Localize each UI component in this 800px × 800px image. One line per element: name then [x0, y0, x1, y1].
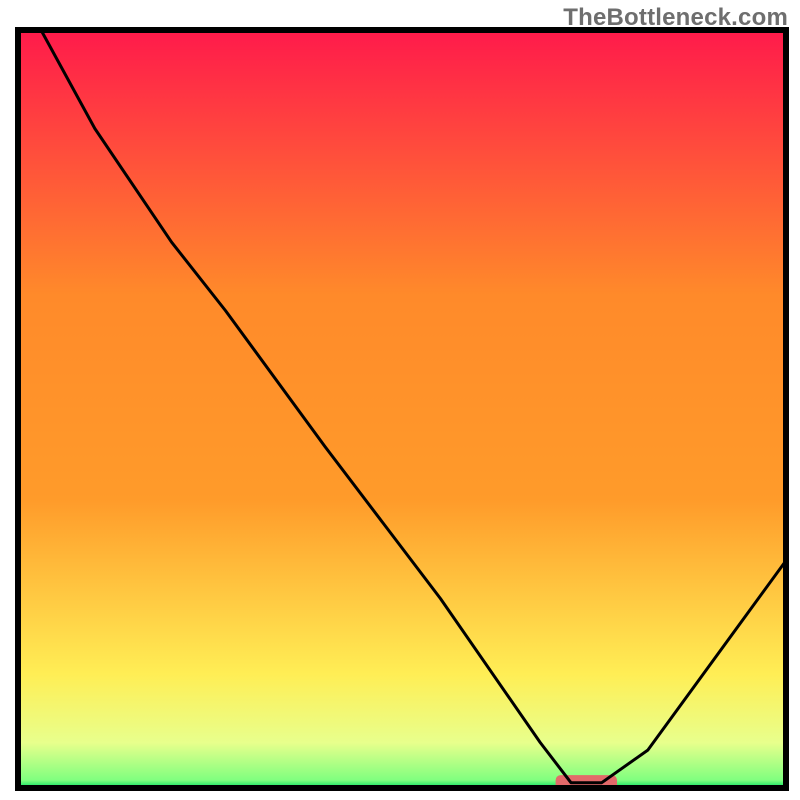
gradient-background [18, 30, 786, 788]
watermark-text: TheBottleneck.com [563, 4, 788, 32]
chart-container: TheBottleneck.com [0, 0, 800, 800]
bottleneck-chart [0, 0, 800, 800]
